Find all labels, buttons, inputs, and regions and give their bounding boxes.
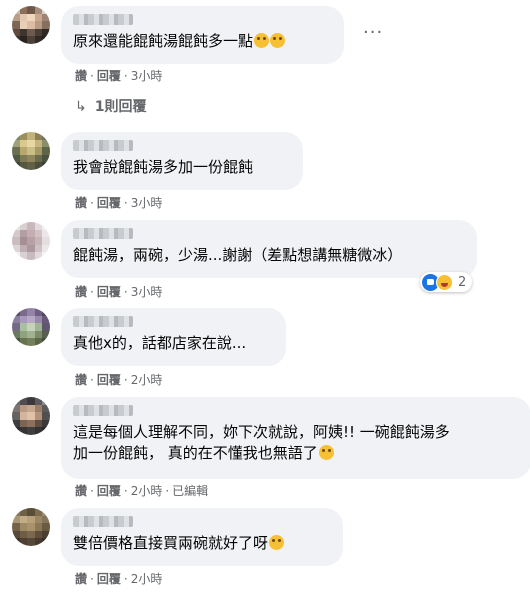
comment-text: 原來還能餛飩湯餛飩多一點 [73, 31, 332, 52]
comment-text: 餛飩湯，兩碗，少湯...謝謝（差點想講無糖微冰） [73, 246, 403, 264]
timestamp[interactable]: 2小時 [131, 484, 163, 498]
comment-text: 雙倍價格直接買兩碗就好了呀 [73, 533, 331, 554]
comment-bubble: 雙倍價格直接買兩碗就好了呀 [61, 508, 343, 566]
comment-meta: 讚 · 回覆 · 3小時 [75, 285, 163, 299]
comment-text: 真他x的，話都店家在說... [73, 334, 247, 352]
comment-bubble: 這是每個人理解不同，妳下次就說，阿姨!! 一碗餛飩湯多 加一份餛飩， 真的在不懂… [61, 397, 530, 479]
timestamp[interactable]: 3小時 [131, 285, 163, 299]
comment-text: 我會說餛飩湯多加一份餛飩 [73, 158, 254, 176]
reply-link[interactable]: 回覆 [97, 196, 121, 210]
thinking-face-icon [270, 33, 286, 48]
comment-text: 這是每個人理解不同，妳下次就說，阿姨!! 一碗餛飩湯多 加一份餛飩， 真的在不懂… [73, 423, 450, 462]
more-options-icon[interactable]: ··· [363, 24, 383, 42]
commenter-name[interactable] [73, 140, 133, 151]
like-link[interactable]: 讚 [75, 196, 87, 210]
rolling-on-floor-laughing-icon [318, 445, 334, 460]
avatar[interactable] [12, 508, 50, 546]
edited-label[interactable]: 已編輯 [172, 484, 208, 498]
thinking-face-icon [269, 535, 285, 550]
timestamp[interactable]: 3小時 [131, 196, 163, 210]
reply-link[interactable]: 回覆 [97, 572, 121, 586]
comment-bubble: 原來還能餛飩湯餛飩多一點 [61, 6, 344, 64]
like-link[interactable]: 讚 [75, 572, 87, 586]
timestamp[interactable]: 2小時 [131, 572, 163, 586]
avatar[interactable] [12, 222, 50, 260]
avatar[interactable] [12, 6, 50, 44]
reply-link[interactable]: 回覆 [97, 484, 121, 498]
haha-reaction-icon [436, 273, 453, 291]
avatar[interactable] [12, 132, 50, 170]
like-link[interactable]: 讚 [75, 484, 87, 498]
reply-link[interactable]: 回覆 [97, 373, 121, 387]
commenter-name[interactable] [73, 316, 133, 327]
like-link[interactable]: 讚 [75, 69, 87, 83]
comment-meta: 讚 · 回覆 · 3小時 [75, 196, 163, 210]
reactions-summary[interactable]: 2 [420, 272, 473, 292]
comment-bubble: 餛飩湯，兩碗，少湯...謝謝（差點想講無糖微冰） [61, 220, 477, 278]
timestamp[interactable]: 3小時 [131, 69, 163, 83]
commenter-name[interactable] [73, 14, 133, 25]
comment-meta: 讚 · 回覆 · 2小時 [75, 572, 163, 586]
view-replies-link[interactable]: ↳ 1則回覆 [75, 98, 146, 116]
comment-bubble: 我會說餛飩湯多加一份餛飩 [61, 132, 303, 190]
reply-link[interactable]: 回覆 [97, 285, 121, 299]
like-link[interactable]: 讚 [75, 285, 87, 299]
comment-bubble: 真他x的，話都店家在說... [61, 308, 286, 366]
comment-meta: 讚 · 回覆 · 3小時 [75, 69, 163, 83]
thinking-face-icon [254, 33, 270, 48]
commenter-name[interactable] [73, 516, 133, 527]
reaction-count: 2 [458, 274, 467, 290]
commenter-name[interactable] [73, 405, 133, 416]
timestamp[interactable]: 2小時 [131, 373, 163, 387]
commenter-name[interactable] [73, 228, 133, 239]
comment-meta: 讚 · 回覆 · 2小時 · 已編輯 [75, 484, 209, 498]
comment-meta: 讚 · 回覆 · 2小時 [75, 373, 163, 387]
avatar[interactable] [12, 308, 50, 346]
reply-link[interactable]: 回覆 [97, 69, 121, 83]
reply-arrow-icon: ↳ [75, 99, 87, 115]
like-link[interactable]: 讚 [75, 373, 87, 387]
avatar[interactable] [12, 397, 50, 435]
